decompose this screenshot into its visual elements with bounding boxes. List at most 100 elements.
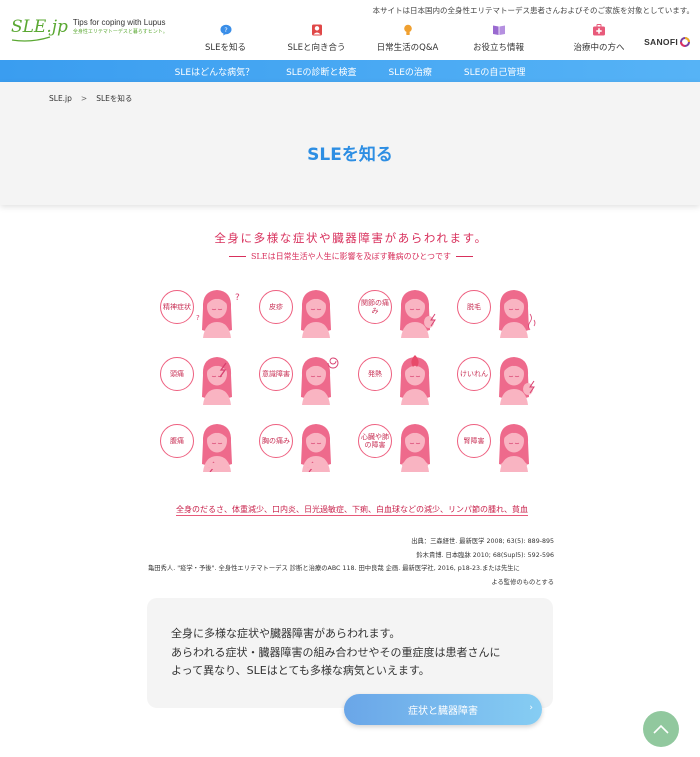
infographic-subtitle-text: SLEは日常生活や人生に影響を及ぼす難病のひとつです	[250, 252, 452, 261]
summary-callout: 全身に多様な症状や臓器障害があらわれます。 あらわれる症状・臓器障害の組み合わせ…	[147, 598, 553, 708]
subnav-item-what-is-sle[interactable]: SLEはどんな病気？	[175, 65, 254, 78]
breadcrumb-current: SLEを知る	[96, 94, 133, 103]
cta-label: 症状と臓器障害	[408, 706, 478, 717]
logo-swoosh-icon	[11, 36, 51, 42]
subnav-item-treatment[interactable]: SLEの治療	[389, 65, 432, 78]
chevron-right-icon: ›	[529, 703, 533, 713]
patient-illustration	[499, 290, 536, 338]
breadcrumb-home[interactable]: SLE.jp	[49, 94, 72, 103]
symptom-label: 脱毛	[457, 290, 491, 324]
callout-line: よって異なり、SLEはとても多様な病気といえます。	[171, 664, 430, 677]
symptom-label: 心臓や肺の障害	[358, 424, 392, 458]
patient-illustration	[202, 424, 232, 472]
subnav-item-diagnosis[interactable]: SLEの診断と検査	[286, 65, 356, 78]
question-bubble-icon: ?	[220, 24, 231, 36]
page-top-button[interactable]	[643, 711, 679, 747]
patient-illustration	[400, 290, 436, 338]
subtitle-rule-right	[456, 256, 474, 257]
sanofi-logo[interactable]: SANOFI	[644, 37, 690, 47]
symptom-item: 心臓や肺の障害	[358, 420, 457, 487]
page-hero: SLE.jp > SLEを知る SLEを知る	[0, 82, 700, 205]
symptom-item: 意識障害	[259, 353, 358, 420]
lightbulb-icon	[403, 24, 412, 35]
brand-name: SANOFI	[644, 37, 678, 47]
gnav-label: 日常生活のQ&A	[376, 43, 439, 53]
gnav-item-in-treatment[interactable]: 治療中の方へ	[544, 24, 654, 53]
breadcrumb-separator: >	[80, 94, 88, 103]
symptom-label: 精神症状	[160, 290, 194, 324]
symptom-item: 皮疹	[259, 286, 358, 353]
symptom-item: 関節の痛み	[358, 286, 457, 353]
sanofi-mark-icon	[680, 37, 690, 47]
source-line: 鈴木貴博. 日本臨牀 2010; 68(Supl5): 592-596	[416, 551, 554, 559]
patient-illustration	[400, 355, 430, 405]
svg-text:?: ?	[235, 293, 240, 303]
svg-text:?: ?	[224, 26, 227, 34]
symptom-label: 胸の痛み	[259, 424, 293, 458]
subtitle-rule-left	[228, 256, 246, 257]
symptom-label: 頭痛	[160, 357, 194, 391]
site-logo[interactable]: SLE.jp Tips for coping with Lupus 全身性エリテ…	[11, 17, 168, 42]
symptom-item: 頭痛	[160, 353, 259, 420]
svg-text:?: ?	[196, 314, 200, 322]
symptom-label: 関節の痛み	[358, 290, 392, 324]
symptom-label: 腹痛	[160, 424, 194, 458]
source-line: 亀田秀人. "疫学・予後". 全身性エリテマトーデス 診断と治療のABC 118…	[148, 565, 520, 573]
page-title: SLEを知る	[307, 145, 393, 165]
patient-illustration	[301, 424, 331, 472]
infographic-footer: 全身のだるさ、体重減少、口内炎、日光過敏症、下痢、白血球などの減少、リンパ節の腫…	[154, 504, 550, 516]
source-line: よる監修のものとする	[491, 579, 554, 587]
gnav-label: お役立ち情報	[472, 43, 524, 53]
patient-illustration	[400, 424, 430, 472]
gnav-item-facing-sle[interactable]: SLEと向き合う	[271, 24, 362, 53]
callout-text: 全身に多様な症状や臓器障害があらわれます。 あらわれる症状・臓器障害の組み合わせ…	[171, 625, 500, 681]
patient-illustration	[301, 290, 331, 338]
sources: 出典：三森経世. 最新医学 2008; 63(5): 889-895 鈴木貴博.…	[148, 535, 554, 590]
symptom-item: 脱毛	[457, 286, 556, 353]
patient-illustration	[301, 357, 339, 405]
logo-tagline: Tips for coping with Lupus	[72, 18, 166, 27]
symptom-item: けいれん	[457, 353, 556, 420]
infographic-subtitle: SLEは日常生活や人生に影響を及ぼす難病のひとつです	[148, 251, 554, 262]
medical-kit-icon	[593, 24, 605, 36]
patient-illustration	[499, 357, 535, 405]
symptom-item: 精神症状??	[160, 286, 259, 353]
symptom-item: 腎障害	[457, 420, 556, 487]
patient-illustration: ??	[196, 290, 240, 338]
symptom-label: 発熱	[358, 357, 392, 391]
logo-tagline-jp: 全身性エリテマトーデスと暮らすヒント。	[72, 29, 168, 35]
global-nav: ? SLEを知る SLEと向き合う 日常生活のQ&A お役立ち情報 治療中の方へ	[180, 24, 654, 53]
book-icon	[492, 25, 505, 35]
symptoms-infographic: 全身に多様な症状や臓器障害があらわれます。 SLEは日常生活や人生に影響を及ぼす…	[148, 230, 554, 522]
gnav-item-about-sle[interactable]: ? SLEを知る	[180, 24, 271, 53]
source-line: 出典：三森経世. 最新医学 2008; 63(5): 889-895	[411, 538, 554, 545]
breadcrumb: SLE.jp > SLEを知る	[49, 93, 132, 104]
logo-wordmark: SLE.jp	[11, 17, 68, 37]
callout-line: 全身に多様な症状や臓器障害があらわれます。	[171, 627, 401, 640]
symptom-item: 腹痛	[160, 420, 259, 487]
symptom-grid: 精神症状?? 皮疹 関節の痛み 脱毛 頭痛 意識障害 発熱 けいれん 腹痛 胸の痛み 心臓や肺の障害…	[160, 286, 554, 487]
symptom-label: けいれん	[457, 357, 491, 391]
gnav-item-daily-life-qa[interactable]: 日常生活のQ&A	[362, 24, 453, 53]
patient-illustration	[499, 424, 529, 472]
patient-illustration	[202, 357, 232, 405]
callout-line: あらわれる症状・臓器障害の組み合わせやその重症度は患者さんに	[171, 645, 501, 659]
subnav-item-self-management[interactable]: SLEの自己管理	[464, 65, 525, 78]
symptom-item: 発熱	[358, 353, 457, 420]
site-header: 本サイトは日本国内の全身性エリテマトーデス患者さんおよびそのご家族を対象としてい…	[0, 0, 700, 60]
gnav-label: SLEと向き合う	[287, 43, 346, 53]
chevron-up-icon	[653, 724, 669, 734]
sub-nav: SLEはどんな病気？ SLEの診断と検査 SLEの治療 SLEの自己管理	[0, 60, 700, 82]
symptoms-organ-damage-button[interactable]: 症状と臓器障害 ›	[344, 694, 542, 725]
infographic-title: 全身に多様な症状や臓器障害があらわれます。	[214, 231, 488, 245]
symptom-label: 腎障害	[457, 424, 491, 458]
gnav-item-useful-info[interactable]: お役立ち情報	[453, 24, 544, 53]
symptom-label: 意識障害	[259, 357, 293, 391]
other-symptoms-text: 全身のだるさ、体重減少、口内炎、日光過敏症、下痢、白血球などの減少、リンパ節の腫…	[175, 505, 529, 516]
gnav-label: 治療中の方へ	[573, 43, 625, 53]
audience-notice: 本サイトは日本国内の全身性エリテマトーデス患者さんおよびそのご家族を対象としてい…	[372, 6, 694, 15]
symptom-label: 皮疹	[259, 290, 293, 324]
gnav-label: SLEを知る	[204, 43, 246, 53]
symptom-item: 胸の痛み	[259, 420, 358, 487]
person-icon	[311, 24, 322, 36]
